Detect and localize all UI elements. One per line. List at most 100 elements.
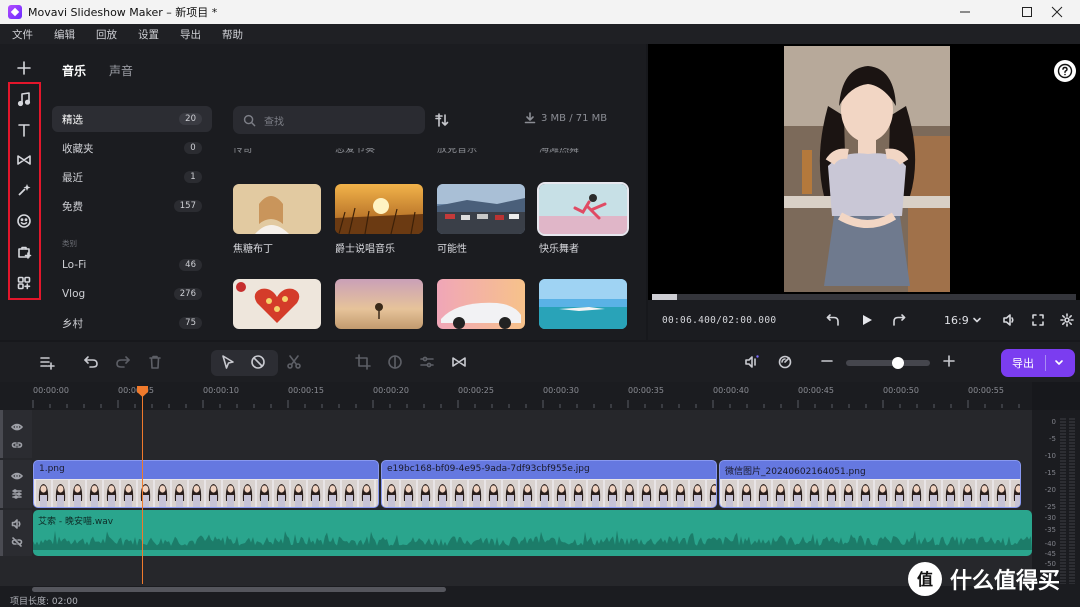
track-thumbnail[interactable] [437,279,525,329]
redo-icon [116,356,130,368]
track-thumbnail-selected[interactable] [537,182,629,236]
category-label: 免费 [62,200,83,213]
menu-playback[interactable]: 回放 [84,27,126,42]
scrollbar-thumb[interactable] [32,587,446,592]
storage-usage: 3 MB / 71 MB [524,112,607,124]
crop-button[interactable] [355,354,371,370]
color-adjust-button[interactable] [387,354,403,370]
track-thumbnail[interactable] [539,279,627,329]
storage-text: 3 MB / 71 MB [541,112,608,124]
menu-help[interactable]: 帮助 [210,27,252,42]
menu-bar: 文件 编辑 回放 设置 导出 帮助 [0,24,1080,44]
menu-export[interactable]: 导出 [168,27,210,42]
add-button[interactable] [14,58,34,78]
track-thumbnail[interactable] [233,279,321,329]
forward-button[interactable] [892,313,906,327]
meter-label: -15 [1044,469,1056,477]
meter-label: -40 [1044,540,1056,548]
watermark-text: 什么值得买 [950,569,1061,594]
aspect-dropdown[interactable] [972,315,982,325]
aspect-ratio-select[interactable]: 16:9 [944,314,969,327]
transition-tool-button[interactable] [451,354,467,370]
track-thumbnail-image [539,184,627,234]
select-tool-button[interactable] [220,354,236,370]
project-duration: 项目长度: 02:00 [10,597,78,607]
fullscreen-button[interactable] [1031,313,1045,327]
track-settings-icon[interactable] [11,488,23,500]
minimize-button[interactable] [942,0,988,24]
timeline-ruler[interactable]: 00:00:00 00:00:05 00:00:10 00:00:15 00:0… [0,382,1032,410]
undo-button[interactable] [83,354,99,370]
eye-icon[interactable] [11,421,23,433]
menu-file[interactable]: 文件 [0,27,42,42]
chevron-down-icon[interactable] [1046,357,1072,369]
audio-clip[interactable]: 艾索 - 晚安喵.wav [33,510,1032,556]
trash-icon [149,355,161,369]
link-icon[interactable] [11,439,23,451]
help-button[interactable] [1054,60,1076,82]
category-lofi[interactable]: Lo-Fi 46 [52,252,212,278]
category-featured[interactable]: 精选 20 [52,106,212,132]
redo-button[interactable] [115,354,131,370]
download-icon [524,112,536,124]
meter-label: 0 [1051,418,1056,426]
zoom-slider[interactable] [846,357,930,369]
category-count: 0 [184,142,202,154]
player-settings-button[interactable] [1060,313,1074,327]
volume-button[interactable] [1002,313,1016,327]
zoom-out-button[interactable] [820,354,834,368]
eye-icon[interactable] [11,470,23,482]
track-thumbnail[interactable] [437,184,525,234]
cut-button[interactable] [286,354,302,370]
track-title: 焦糖布丁 [233,244,273,255]
category-recent[interactable]: 最近 1 [52,164,212,190]
audio-sync-button[interactable] [744,354,760,370]
section-label: 类别 [62,239,77,248]
minimize-icon [960,11,970,13]
add-track-button[interactable] [39,354,55,370]
clip-filmstrip [382,479,716,507]
audio-level-meter: 0 -5 -10 -15 -20 -25 -30 -35 -40 -45 -50 [1032,410,1080,586]
meter-bar-left [1060,418,1066,584]
add-icon [17,61,31,75]
blade-tool-button[interactable] [250,354,266,370]
category-favorites[interactable]: 收藏夹 0 [52,135,212,161]
track-thumbnail-image [335,279,423,329]
track-thumbnail[interactable] [233,184,321,234]
video-clip[interactable]: 1.png [33,460,379,508]
search-input[interactable]: 查找 [233,106,425,134]
track-thumbnail[interactable] [335,279,423,329]
export-button[interactable]: 导出 [1001,349,1075,377]
menu-settings[interactable]: 设置 [126,27,168,42]
play-button[interactable] [860,313,874,327]
undo-icon [84,356,98,368]
clip-properties-button[interactable] [419,354,435,370]
video-clip[interactable]: e19bc168-bf09-4e95-9ada-7df93cbf955e.jpg [381,460,717,508]
zoom-slider-handle[interactable] [892,357,905,369]
sort-button[interactable] [434,112,450,128]
ruler-tick: 00:00:35 [628,386,664,395]
category-country[interactable]: 乡村 75 [52,310,212,336]
category-vlog[interactable]: Vlog 276 [52,281,212,307]
category-count: 1 [184,171,202,183]
window-title: Movavi Slideshow Maker – 新项目 * [28,6,218,19]
track-thumbnail[interactable] [335,184,423,234]
tab-music[interactable]: 音乐 [62,62,86,79]
delete-button[interactable] [147,354,163,370]
track-thumbnail-image [539,279,627,329]
zoom-in-button[interactable] [942,354,956,368]
video-clip[interactable]: 微信图片_20240602164051.png [719,460,1021,508]
close-button[interactable] [1034,0,1080,24]
category-label: 精选 [62,113,83,126]
preview-image [784,46,950,292]
playhead[interactable] [142,388,143,584]
rewind-button[interactable] [826,313,840,327]
tab-sounds[interactable]: 声音 [109,62,133,79]
plus-icon [943,355,955,367]
menu-edit[interactable]: 编辑 [42,27,84,42]
category-free[interactable]: 免费 157 [52,193,212,219]
clip-filmstrip [34,479,378,507]
speaker-icon[interactable] [11,518,23,530]
snap-button[interactable] [777,354,793,370]
unlink-icon[interactable] [11,536,23,548]
